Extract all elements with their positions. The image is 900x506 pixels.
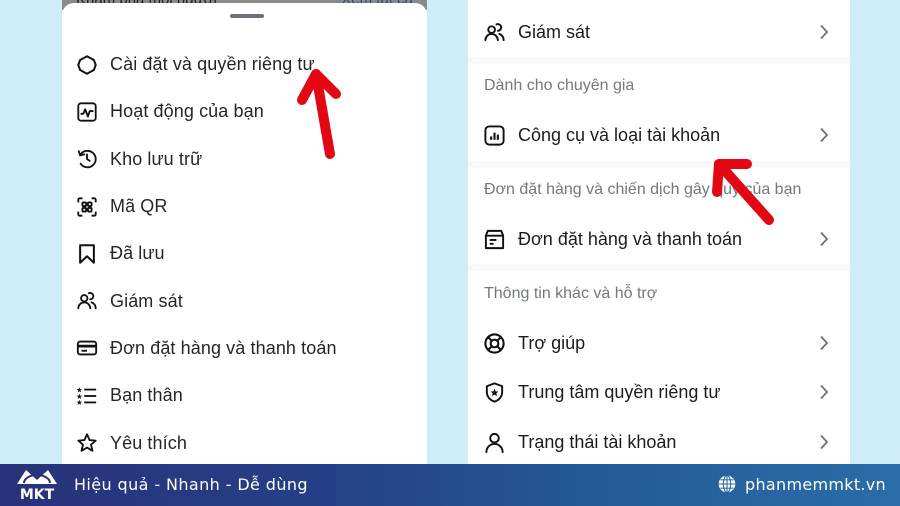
activity-icon (76, 101, 98, 123)
section-header-more-info-support: Thông tin khác và hỗ trợ (484, 285, 658, 302)
settings-item-tools-account-type[interactable]: Công cụ và loại tài khoản (468, 110, 850, 160)
settings-item-orders-payments[interactable]: Đơn đặt hàng và thanh toán (468, 214, 850, 264)
account-status-icon (482, 430, 506, 454)
menu-item-orders-payments[interactable]: Đơn đặt hàng và thanh toán (62, 325, 427, 372)
right-phone-screen: Giám sát Dành cho chuyên gia Công cụ và … (468, 0, 850, 464)
left-phone-screen: Khám phá mọi người Xem tất cả Cài đặt và… (62, 0, 427, 464)
supervision-icon (76, 290, 98, 312)
menu-item-label: Đơn đặt hàng và thanh toán (110, 337, 337, 358)
menu-item-close-friends[interactable]: ★ ★ ★ Bạn thân (62, 372, 427, 419)
svg-text:★: ★ (76, 398, 83, 407)
chevron-right-icon (814, 24, 834, 40)
menu-item-label: Đã lưu (110, 243, 165, 264)
privacy-shield-icon (482, 380, 506, 404)
settings-item-label: Trung tâm quyền riêng tư (518, 381, 721, 402)
settings-item-account-status[interactable]: Trạng thái tài khoản (468, 417, 850, 464)
section-divider (468, 264, 850, 271)
brand-footer: MKT Hiệu quả - Nhanh - Dễ dùng phanmemmk… (0, 464, 900, 506)
insights-icon (482, 123, 506, 147)
orders-icon (482, 227, 506, 251)
section-header-professional: Dành cho chuyên gia (484, 77, 635, 94)
website-url[interactable]: phanmemmkt.vn (745, 475, 886, 494)
settings-item-label: Đơn đặt hàng và thanh toán (518, 228, 742, 249)
chevron-right-icon (814, 127, 834, 143)
qr-code-icon (76, 196, 98, 218)
close-friends-list-icon: ★ ★ ★ (76, 385, 98, 407)
menu-item-label: Hoạt động của bạn (110, 101, 264, 122)
mkt-logo-text: MKT (20, 487, 55, 503)
chevron-right-icon (814, 384, 834, 400)
menu-item-supervision[interactable]: Giám sát (62, 277, 427, 324)
menu-item-label: Mã QR (110, 196, 168, 217)
settings-item-label: Trợ giúp (518, 332, 586, 353)
settings-gear-icon (76, 54, 98, 76)
bottom-sheet-menu: Cài đặt và quyền riêng tư Hoạt động của … (62, 3, 427, 464)
menu-item-label: Giám sát (110, 290, 183, 311)
section-divider (468, 161, 850, 168)
footer-slogan: Hiệu quả - Nhanh - Dễ dùng (74, 475, 308, 494)
bookmark-icon (76, 243, 98, 265)
settings-item-label: Giám sát (518, 21, 591, 42)
drag-handle[interactable] (230, 14, 264, 18)
settings-item-privacy-center[interactable]: Trung tâm quyền riêng tư (468, 367, 850, 417)
globe-icon (718, 475, 736, 493)
menu-item-qr-code[interactable]: Mã QR (62, 183, 427, 230)
settings-item-label: Công cụ và loại tài khoản (518, 124, 721, 145)
credit-card-icon (76, 337, 98, 359)
menu-item-settings-privacy[interactable]: Cài đặt và quyền riêng tư (62, 41, 427, 88)
settings-item-help[interactable]: Trợ giúp (468, 318, 850, 368)
menu-item-saved[interactable]: Đã lưu (62, 230, 427, 277)
section-header-orders-fundraisers: Đơn đặt hàng và chiến dịch gây quỹ của b… (484, 181, 802, 198)
chevron-right-icon (814, 335, 834, 351)
settings-item-label: Trạng thái tài khoản (518, 431, 677, 452)
chevron-right-icon (814, 231, 834, 247)
archive-history-icon (76, 148, 98, 170)
menu-item-favorites[interactable]: Yêu thích (62, 419, 427, 464)
mkt-logo: MKT (17, 470, 57, 503)
menu-item-label: Kho lưu trữ (110, 148, 203, 169)
menu-item-archive[interactable]: Kho lưu trữ (62, 136, 427, 183)
help-lifebuoy-icon (482, 331, 506, 355)
chevron-right-icon (814, 434, 834, 450)
section-divider (468, 57, 850, 64)
menu-item-label: Cài đặt và quyền riêng tư (110, 54, 315, 75)
star-icon (76, 432, 98, 454)
menu-item-your-activity[interactable]: Hoạt động của bạn (62, 88, 427, 135)
menu-list: Cài đặt và quyền riêng tư Hoạt động của … (62, 41, 427, 464)
menu-item-label: Bạn thân (110, 385, 183, 406)
settings-item-supervision[interactable]: Giám sát (468, 7, 850, 57)
website-link[interactable]: phanmemmkt.vn (717, 474, 886, 494)
supervision-icon (482, 20, 506, 44)
menu-item-label: Yêu thích (110, 432, 187, 453)
